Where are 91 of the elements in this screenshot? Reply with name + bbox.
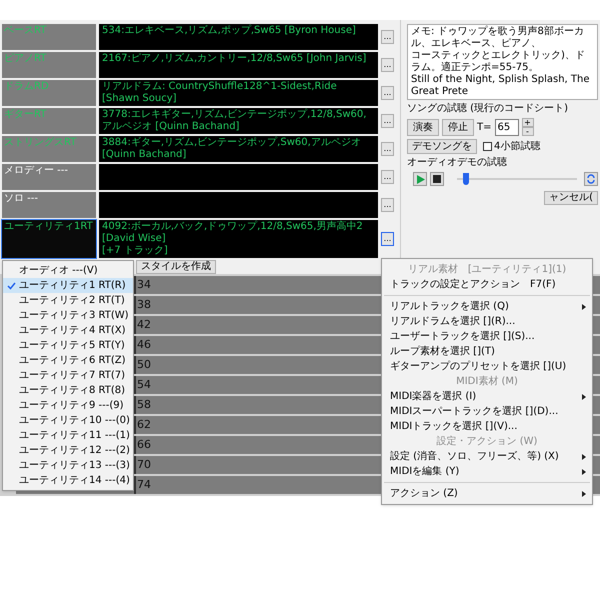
menu-item[interactable]: MIDIスーパートラックを選択 [](D)... [382,404,592,419]
four-bar-checkbox[interactable] [483,142,492,151]
menu-item[interactable]: オーディオ ---(V) [3,263,133,278]
track-label[interactable]: メロディー --- [2,164,96,190]
menu-item[interactable]: ユーティリティ10 ---(0) [3,413,133,428]
menu-header: 設定・アクション (W) [436,434,538,449]
shortcut: F7(F) [530,278,556,292]
menu-item[interactable]: ループ素材を選択 [](T) [382,344,592,359]
bar-number: 34 [136,277,151,293]
track-value: 2167:ピアノ,リズム,カントリー,12/8,Sw65 [John Jarvis] [102,53,366,65]
check-icon [6,282,16,290]
submenu-arrow-icon [582,304,586,310]
menu-header: リアル素材 [408,262,458,277]
slider-thumb[interactable] [462,173,469,185]
menu-item[interactable]: MIDIトラックを選択 [](V)... [382,419,592,434]
menu-item[interactable]: ユーティリティ7 RT(7) [3,368,133,383]
more-button[interactable]: ... [381,58,394,72]
more-button[interactable]: ... [381,198,394,212]
audio-slider[interactable] [457,173,577,185]
track-field[interactable]: リアルドラム: CountryShuffle128^1-Sidest,Ride [Shawn Soucy] [99,80,378,106]
bar-number: 62 [136,417,151,433]
menu-item[interactable]: ユーティリティ3 RT(W) [3,308,133,323]
submenu-arrow-icon [582,394,586,400]
more-button[interactable]: ... [381,170,394,184]
bar-number: 42 [136,317,151,333]
menu-item[interactable]: ユーティリティ11 ---(1) [3,428,133,443]
cancel-button[interactable]: ャンセル( [544,191,598,205]
bar-number: 70 [136,457,151,473]
menu-item[interactable]: ユーティリティ4 RT(X) [3,323,133,338]
more-button[interactable]: ... [381,232,394,246]
tempo-label: T= [477,120,492,134]
more-button[interactable]: ... [381,142,394,156]
memo-line: Still of the Night, Splish Splash, The Great Prete [411,74,590,98]
menu-header-tag: [ユーティリティ1](1) [468,262,566,277]
track-field[interactable]: 2167:ピアノ,リズム,カントリー,12/8,Sw65 [John Jarvis] [99,52,378,78]
menu-item[interactable]: ユーティリティ5 RT(Y) [3,338,133,353]
tempo-down-button[interactable]: - [522,127,534,136]
loop-icon[interactable] [584,172,598,186]
song-preview-title: ソングの試聴 (現行のコードシート) [407,103,569,115]
play-button[interactable]: 演奏 [407,118,439,136]
menu-item[interactable]: アクション (Z) [382,486,592,501]
track-field[interactable]: 4092:ボーカル,バック,ドゥワップ,12/8,Sw65,男声高中2 [David Wise] [+7 トラック] [99,220,378,258]
menu-item[interactable]: 設定 (消音、ソロ、フリーズ、等) (X) [382,449,592,464]
audio-demo-title: オーディオデモの試聴 [407,157,508,169]
more-button[interactable]: ... [381,86,394,100]
tempo-up-button[interactable]: + [522,118,534,127]
track-field[interactable]: 534:エレキベース,リズム,ポップ,Sw65 [Byron House] [99,24,378,50]
bar-number: 50 [136,357,151,373]
submenu-arrow-icon [582,490,586,496]
menu-item[interactable]: MIDI楽器を選択 (I) [382,389,592,404]
bar-number: 54 [136,377,151,393]
more-button[interactable]: ... [381,30,394,44]
menu-item[interactable]: ギターアンプのプリセットを選択 [](U) [382,359,592,374]
demo-song-button[interactable]: デモソングを [407,139,477,154]
track-count: [+7 トラック] [102,245,168,257]
menu-item[interactable]: ユーティリティ9 ---(9) [3,398,133,413]
menu-item[interactable]: ユーティリティ14 ---(4) [3,473,133,488]
more-button[interactable]: ... [381,114,394,128]
menu-item[interactable]: トラックの設定とアクション F7(F) [382,277,592,292]
track-field[interactable] [99,192,378,218]
menu-item[interactable]: ユーティリティ1 RT(R) [3,278,133,293]
submenu-arrow-icon [582,468,586,474]
track-label[interactable]: ソロ --- [2,192,96,218]
memo-line: メモ: ドゥワップを歌う男声8部ボーカル、エレキベース、ピアノ、 [411,26,585,50]
bar-number: 66 [136,437,151,453]
menu-item[interactable]: MIDIを編集 (Y) [382,464,592,479]
memo-line: コースティックとエレクトリック)、ドラム。適正テンポ=55-75。 [411,50,586,74]
track-value: 534:エレキベース,リズム,ポップ,Sw65 [Byron House] [102,25,356,37]
track-field[interactable] [99,164,378,190]
stop-icon[interactable] [430,172,444,186]
menu-item[interactable]: ユーティリティ12 ---(2) [3,443,133,458]
menu-item[interactable]: ユーティリティ6 RT(Z) [3,353,133,368]
bar-number: 74 [136,477,151,493]
menu-header: MIDI素材 (M) [456,374,518,389]
bar-number: 46 [136,337,151,353]
bar-number: 38 [136,297,151,313]
four-bar-label: 4小節試聴 [494,141,540,152]
menu-item[interactable]: ユーティリティ13 ---(3) [3,458,133,473]
submenu-arrow-icon [582,454,586,460]
menu-item[interactable]: ユーティリティ2 RT(T) [3,293,133,308]
bar-number: 58 [136,397,151,413]
menu-item[interactable]: リアルドラムを選択 [](R)... [382,314,592,329]
track-value: 4092:ボーカル,バック,ドゥワップ,12/8,Sw65,男声高中2 [David Wise] [102,221,364,245]
menu-item[interactable]: ユーザートラックを選択 [](S)... [382,329,592,344]
menu-item[interactable]: リアルトラックを選択 (Q) [382,299,592,314]
stop-button[interactable]: 停止 [442,118,474,136]
tempo-field[interactable]: 65 [494,118,518,136]
track-label[interactable]: ユーティリティ1RT [2,220,96,258]
create-style-button[interactable]: スタイルを作成 [136,260,216,274]
menu-item[interactable]: ユーティリティ8 RT(8) [3,383,133,398]
track-value: リアルドラム: CountryShuffle128^1-Sidest,Ride [Shawn Soucy] [102,81,338,105]
